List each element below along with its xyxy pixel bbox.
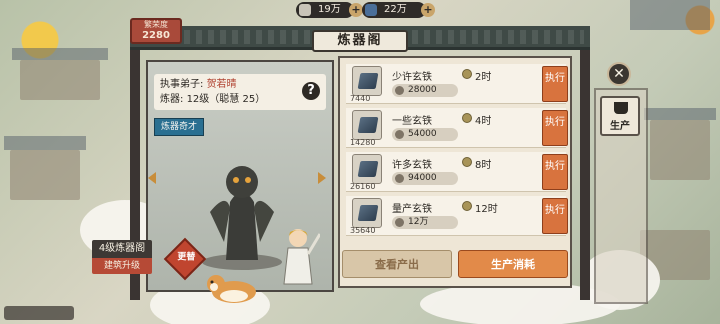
help-icon[interactable]: ? [302, 82, 320, 100]
chat-bar[interactable] [4, 306, 74, 320]
prosperity-value: 2280 [142, 30, 170, 41]
item-time: 8时 [462, 156, 491, 171]
dark-iron-icon [352, 110, 382, 140]
bg-roof [4, 136, 86, 150]
clock-icon [462, 201, 472, 211]
bottom-tab-bar: 查看产出 生产消耗 [340, 248, 572, 280]
page-title: 炼器阁 [312, 30, 408, 52]
talent-tag[interactable]: 炼器奇才 [154, 118, 204, 136]
disciple-name: 贺若晴 [206, 79, 237, 90]
bg-building [650, 120, 710, 180]
coin-icon [395, 174, 404, 183]
resource-ore-value: 22万 [384, 4, 407, 15]
resource-silver: 19万 + [296, 2, 363, 18]
item-time-value: 12时 [475, 204, 498, 215]
prosperity-badge: 繁荣度 2280 [130, 18, 182, 44]
clock-icon [462, 69, 472, 79]
forge-value: 12级（聪慧 25） [186, 94, 266, 105]
forge-label: 炼器: [160, 94, 184, 105]
dark-iron-icon [352, 66, 382, 96]
item-cost-value: 94000 [408, 173, 437, 183]
dog-mascot [207, 275, 256, 303]
building-level-panel: 4级炼器阁 建筑升级 [92, 240, 152, 276]
disciple-character [283, 229, 320, 285]
resource-ore: 22万 + [362, 2, 435, 18]
item-cost: 28000 [392, 84, 458, 97]
silver-ingot-icon [299, 4, 311, 16]
coin-icon [395, 86, 404, 95]
resource-silver-value: 19万 [318, 4, 341, 15]
item-cost-value: 12万 [408, 217, 429, 227]
building-upgrade-button[interactable]: 建筑升级 [92, 258, 152, 274]
item-time-value: 2时 [475, 72, 492, 83]
item-time: 2时 [462, 68, 491, 83]
item-cost-value: 54000 [408, 129, 437, 139]
prosperity-label: 繁荣度 [144, 20, 168, 29]
production-side-label: 生产 [610, 121, 630, 132]
list-item: 7440 少许玄铁 28000 2时 执行 [346, 64, 568, 104]
disciple-info-box: 执事弟子: 贺若晴 炼器: 12级（聪慧 25） ? [154, 74, 326, 110]
item-name: 量产玄铁 [392, 204, 432, 215]
item-cost: 12万 [392, 216, 458, 229]
item-time-value: 4时 [475, 116, 492, 127]
item-quantity: 26160 [350, 182, 376, 191]
item-time: 4时 [462, 112, 491, 127]
bg-building [20, 60, 100, 100]
close-icon[interactable]: ✕ [607, 62, 631, 86]
item-quantity: 7440 [350, 94, 371, 103]
ore-icon [365, 4, 377, 16]
coin-icon [395, 218, 404, 227]
item-cost-value: 28000 [408, 85, 437, 95]
item-time-value: 8时 [475, 160, 492, 171]
item-quantity: 35640 [350, 226, 376, 235]
item-name: 一些玄铁 [392, 116, 432, 127]
item-name: 少许玄铁 [392, 72, 432, 83]
list-item: 14280 一些玄铁 54000 4时 执行 [346, 108, 568, 148]
building-level-label: 4级炼器阁 [92, 240, 152, 258]
item-name: 许多玄铁 [392, 160, 432, 171]
next-arrow-icon[interactable] [318, 172, 326, 184]
bg-roof [630, 0, 710, 30]
view-output-button[interactable]: 查看产出 [342, 250, 452, 278]
execute-button[interactable]: 执行 [542, 198, 568, 234]
item-cost: 54000 [392, 128, 458, 141]
item-time: 12时 [462, 200, 498, 215]
list-item: 26160 许多玄铁 94000 8时 执行 [346, 152, 568, 192]
item-cost: 94000 [392, 172, 458, 185]
production-side-button[interactable]: 生产 [600, 96, 640, 136]
add-silver-button[interactable]: + [349, 3, 363, 17]
clock-icon [462, 157, 472, 167]
clock-icon [462, 113, 472, 123]
dark-iron-icon [352, 154, 382, 184]
bg-building [10, 150, 80, 200]
coin-icon [395, 130, 404, 139]
execute-button[interactable]: 执行 [542, 110, 568, 146]
execute-button[interactable]: 执行 [542, 154, 568, 190]
production-cost-button[interactable]: 生产消耗 [458, 250, 568, 278]
bg-roof [12, 48, 108, 60]
prev-arrow-icon[interactable] [148, 172, 156, 184]
list-item: 35640 量产玄铁 12万 12时 执行 [346, 196, 568, 236]
add-ore-button[interactable]: + [421, 3, 435, 17]
forge-statue [202, 166, 282, 270]
bg-roof [644, 108, 716, 120]
pillar-right [580, 50, 590, 300]
disciple-label: 执事弟子: [160, 79, 204, 90]
dark-iron-icon [352, 198, 382, 228]
execute-button[interactable]: 执行 [542, 66, 568, 102]
cauldron-icon [614, 102, 628, 114]
change-disciple-label: 更替 [177, 252, 196, 263]
item-quantity: 14280 [350, 138, 376, 147]
